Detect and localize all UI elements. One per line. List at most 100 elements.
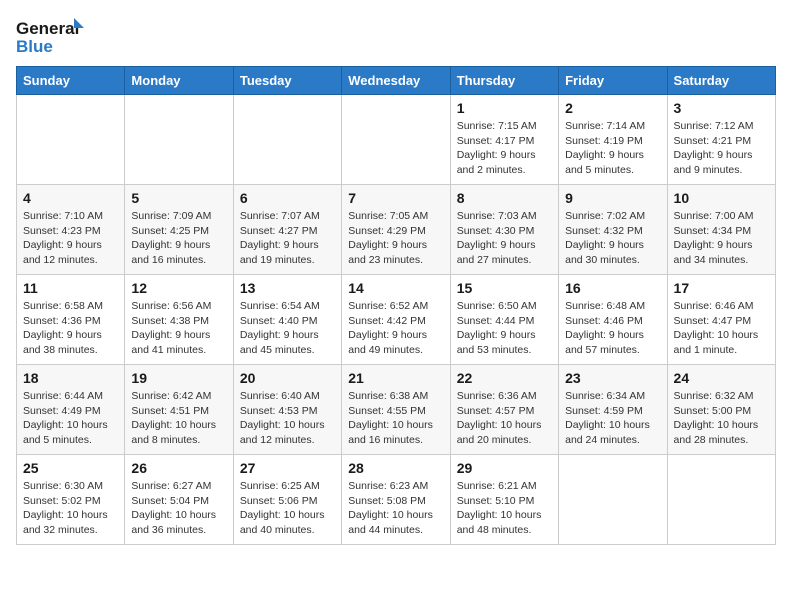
day-info: Sunrise: 6:38 AMSunset: 4:55 PMDaylight:… xyxy=(348,389,443,448)
calendar-week-2: 11Sunrise: 6:58 AMSunset: 4:36 PMDayligh… xyxy=(17,275,776,365)
calendar-cell: 17 Sunrise: 6:46 AMSunset: 4:47 PMDayligh… xyxy=(667,275,775,365)
calendar-cell: 13Sunrise: 6:54 AMSunset: 4:40 PMDayligh… xyxy=(233,275,341,365)
day-info: Sunrise: 6:56 AMSunset: 4:38 PMDaylight:… xyxy=(131,299,226,358)
day-number: 14 xyxy=(348,280,443,296)
day-info: Sunrise: 6:46 AMSunset: 4:47 PMDaylight:… xyxy=(674,299,769,358)
day-number: 12 xyxy=(131,280,226,296)
day-info: Sunrise: 6:25 AMSunset: 5:06 PMDaylight:… xyxy=(240,479,335,538)
day-number: 16 xyxy=(565,280,660,296)
day-number: 25 xyxy=(23,460,118,476)
weekday-header-row: SundayMondayTuesdayWednesdayThursdayFrid… xyxy=(17,67,776,95)
calendar-body: 1 Sunrise: 7:15 AMSunset: 4:17 PMDaylight… xyxy=(17,95,776,545)
day-number: 10 xyxy=(674,190,769,206)
day-info: Sunrise: 7:00 AMSunset: 4:34 PMDaylight:… xyxy=(674,209,769,268)
day-info: Sunrise: 7:07 AMSunset: 4:27 PMDaylight:… xyxy=(240,209,335,268)
calendar-cell: 3 Sunrise: 7:12 AMSunset: 4:21 PMDaylight… xyxy=(667,95,775,185)
calendar-cell: 5 Sunrise: 7:09 AMSunset: 4:25 PMDaylight… xyxy=(125,185,233,275)
calendar-cell xyxy=(17,95,125,185)
svg-text:Blue: Blue xyxy=(16,37,53,56)
calendar-week-1: 4 Sunrise: 7:10 AMSunset: 4:23 PMDaylight… xyxy=(17,185,776,275)
calendar-cell: 27 Sunrise: 6:25 AMSunset: 5:06 PMDayligh… xyxy=(233,455,341,545)
calendar-cell xyxy=(342,95,450,185)
logo-svg: GeneralBlue xyxy=(16,16,86,56)
calendar-cell: 22Sunrise: 6:36 AMSunset: 4:57 PMDayligh… xyxy=(450,365,558,455)
svg-text:General: General xyxy=(16,19,79,38)
calendar-cell: 25 Sunrise: 6:30 AMSunset: 5:02 PMDayligh… xyxy=(17,455,125,545)
day-number: 18 xyxy=(23,370,118,386)
day-number: 3 xyxy=(674,100,769,116)
day-info: Sunrise: 6:27 AMSunset: 5:04 PMDaylight:… xyxy=(131,479,226,538)
weekday-header-saturday: Saturday xyxy=(667,67,775,95)
day-number: 7 xyxy=(348,190,443,206)
day-info: Sunrise: 6:48 AMSunset: 4:46 PMDaylight:… xyxy=(565,299,660,358)
day-number: 1 xyxy=(457,100,552,116)
weekday-header-tuesday: Tuesday xyxy=(233,67,341,95)
day-number: 8 xyxy=(457,190,552,206)
calendar-cell: 26 Sunrise: 6:27 AMSunset: 5:04 PMDayligh… xyxy=(125,455,233,545)
calendar-cell xyxy=(667,455,775,545)
calendar-cell: 10 Sunrise: 7:00 AMSunset: 4:34 PMDayligh… xyxy=(667,185,775,275)
day-number: 11 xyxy=(23,280,118,296)
day-number: 6 xyxy=(240,190,335,206)
day-number: 19 xyxy=(131,370,226,386)
calendar-cell: 7Sunrise: 7:05 AMSunset: 4:29 PMDaylight… xyxy=(342,185,450,275)
calendar-cell xyxy=(125,95,233,185)
calendar-cell: 21 Sunrise: 6:38 AMSunset: 4:55 PMDayligh… xyxy=(342,365,450,455)
day-number: 29 xyxy=(457,460,552,476)
day-info: Sunrise: 7:14 AMSunset: 4:19 PMDaylight:… xyxy=(565,119,660,178)
day-info: Sunrise: 6:50 AMSunset: 4:44 PMDaylight:… xyxy=(457,299,552,358)
day-info: Sunrise: 7:09 AMSunset: 4:25 PMDaylight:… xyxy=(131,209,226,268)
logo: GeneralBlue xyxy=(16,16,86,56)
calendar-cell: 29Sunrise: 6:21 AMSunset: 5:10 PMDayligh… xyxy=(450,455,558,545)
day-info: Sunrise: 6:36 AMSunset: 4:57 PMDaylight:… xyxy=(457,389,552,448)
calendar-cell: 12 Sunrise: 6:56 AMSunset: 4:38 PMDayligh… xyxy=(125,275,233,365)
day-info: Sunrise: 7:10 AMSunset: 4:23 PMDaylight:… xyxy=(23,209,118,268)
day-number: 24 xyxy=(674,370,769,386)
calendar-cell: 14 Sunrise: 6:52 AMSunset: 4:42 PMDayligh… xyxy=(342,275,450,365)
weekday-header-thursday: Thursday xyxy=(450,67,558,95)
day-number: 26 xyxy=(131,460,226,476)
calendar-cell xyxy=(559,455,667,545)
day-info: Sunrise: 6:30 AMSunset: 5:02 PMDaylight:… xyxy=(23,479,118,538)
day-number: 5 xyxy=(131,190,226,206)
calendar-cell: 24 Sunrise: 6:32 AMSunset: 5:00 PMDayligh… xyxy=(667,365,775,455)
day-info: Sunrise: 6:44 AMSunset: 4:49 PMDaylight:… xyxy=(23,389,118,448)
day-info: Sunrise: 6:32 AMSunset: 5:00 PMDaylight:… xyxy=(674,389,769,448)
day-number: 27 xyxy=(240,460,335,476)
page-header: GeneralBlue xyxy=(16,16,776,56)
weekday-header-monday: Monday xyxy=(125,67,233,95)
day-number: 15 xyxy=(457,280,552,296)
calendar-cell: 4 Sunrise: 7:10 AMSunset: 4:23 PMDaylight… xyxy=(17,185,125,275)
day-info: Sunrise: 6:40 AMSunset: 4:53 PMDaylight:… xyxy=(240,389,335,448)
weekday-header-sunday: Sunday xyxy=(17,67,125,95)
weekday-header-wednesday: Wednesday xyxy=(342,67,450,95)
day-info: Sunrise: 6:23 AMSunset: 5:08 PMDaylight:… xyxy=(348,479,443,538)
calendar-cell: 28 Sunrise: 6:23 AMSunset: 5:08 PMDayligh… xyxy=(342,455,450,545)
calendar-cell: 18 Sunrise: 6:44 AMSunset: 4:49 PMDayligh… xyxy=(17,365,125,455)
calendar-cell xyxy=(233,95,341,185)
calendar-week-4: 25 Sunrise: 6:30 AMSunset: 5:02 PMDayligh… xyxy=(17,455,776,545)
day-number: 2 xyxy=(565,100,660,116)
day-number: 17 xyxy=(674,280,769,296)
calendar-cell: 2 Sunrise: 7:14 AMSunset: 4:19 PMDaylight… xyxy=(559,95,667,185)
day-number: 28 xyxy=(348,460,443,476)
calendar-cell: 8 Sunrise: 7:03 AMSunset: 4:30 PMDaylight… xyxy=(450,185,558,275)
day-info: Sunrise: 7:12 AMSunset: 4:21 PMDaylight:… xyxy=(674,119,769,178)
day-number: 9 xyxy=(565,190,660,206)
day-info: Sunrise: 7:15 AMSunset: 4:17 PMDaylight:… xyxy=(457,119,552,178)
day-info: Sunrise: 6:42 AMSunset: 4:51 PMDaylight:… xyxy=(131,389,226,448)
day-info: Sunrise: 6:54 AMSunset: 4:40 PMDaylight:… xyxy=(240,299,335,358)
day-info: Sunrise: 7:02 AMSunset: 4:32 PMDaylight:… xyxy=(565,209,660,268)
calendar-cell: 15 Sunrise: 6:50 AMSunset: 4:44 PMDayligh… xyxy=(450,275,558,365)
day-info: Sunrise: 6:52 AMSunset: 4:42 PMDaylight:… xyxy=(348,299,443,358)
weekday-header-friday: Friday xyxy=(559,67,667,95)
day-info: Sunrise: 6:34 AMSunset: 4:59 PMDaylight:… xyxy=(565,389,660,448)
day-number: 4 xyxy=(23,190,118,206)
calendar-cell: 20Sunrise: 6:40 AMSunset: 4:53 PMDayligh… xyxy=(233,365,341,455)
calendar-cell: 11Sunrise: 6:58 AMSunset: 4:36 PMDayligh… xyxy=(17,275,125,365)
calendar-cell: 16 Sunrise: 6:48 AMSunset: 4:46 PMDayligh… xyxy=(559,275,667,365)
day-number: 23 xyxy=(565,370,660,386)
day-info: Sunrise: 7:03 AMSunset: 4:30 PMDaylight:… xyxy=(457,209,552,268)
calendar-cell: 19 Sunrise: 6:42 AMSunset: 4:51 PMDayligh… xyxy=(125,365,233,455)
day-number: 21 xyxy=(348,370,443,386)
